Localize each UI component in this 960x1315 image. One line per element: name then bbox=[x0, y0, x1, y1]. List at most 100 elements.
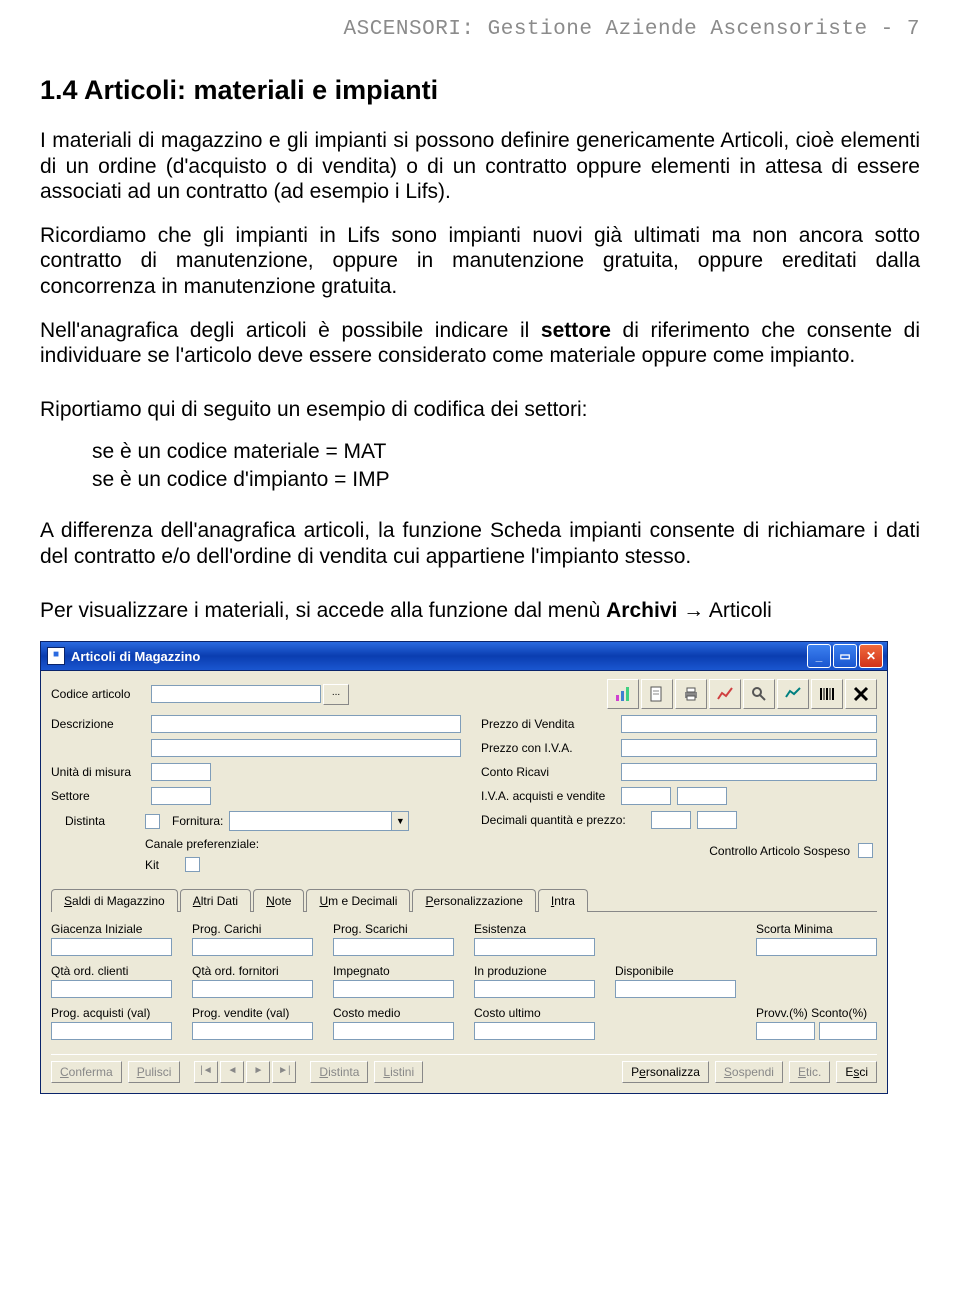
close-button[interactable]: ✕ bbox=[859, 644, 883, 668]
unita-input[interactable] bbox=[151, 763, 211, 781]
prezzo-iva-label: Prezzo con I.V.A. bbox=[481, 741, 621, 755]
graph-icon[interactable] bbox=[709, 679, 741, 709]
tab-row: Saldi di Magazzino Altri Dati Note Um e … bbox=[51, 888, 877, 912]
prog-vend-label: Prog. vendite (val) bbox=[192, 1006, 313, 1020]
esci-button[interactable]: Esci bbox=[836, 1061, 877, 1083]
conto-ricavi-label: Conto Ricavi bbox=[481, 765, 621, 779]
carichi-label: Prog. Carichi bbox=[192, 922, 313, 936]
scarichi-input[interactable] bbox=[333, 938, 454, 956]
controllo-checkbox[interactable] bbox=[858, 843, 873, 858]
etic-button[interactable]: Etic. bbox=[789, 1061, 830, 1083]
descrizione-input[interactable] bbox=[151, 715, 461, 733]
controllo-label: Controllo Articolo Sospeso bbox=[709, 844, 850, 858]
decimali-prezzo-input[interactable] bbox=[697, 811, 737, 829]
decimali-label: Decimali quantità e prezzo: bbox=[481, 813, 651, 827]
fornitura-label: Fornitura: bbox=[172, 814, 223, 828]
print-icon[interactable] bbox=[675, 679, 707, 709]
tab-um[interactable]: Um e Decimali bbox=[306, 889, 410, 912]
grid-row-1: Giacenza Iniziale Prog. Carichi Prog. Sc… bbox=[51, 922, 877, 956]
codice-lookup-button[interactable]: ... bbox=[323, 684, 349, 705]
list-item: se è un codice materiale = MAT bbox=[92, 440, 920, 464]
chart-icon[interactable] bbox=[607, 679, 639, 709]
tab-saldi[interactable]: Saldi di Magazzino bbox=[51, 889, 178, 912]
prog-acq-input[interactable] bbox=[51, 1022, 172, 1040]
scarichi-label: Prog. Scarichi bbox=[333, 922, 454, 936]
document-icon[interactable] bbox=[641, 679, 673, 709]
nav-prev-button[interactable]: ◄ bbox=[220, 1061, 244, 1083]
toolbar bbox=[607, 679, 877, 709]
disponibile-input[interactable] bbox=[615, 980, 736, 998]
section-title: 1.4 Articoli: materiali e impianti bbox=[40, 75, 920, 106]
barcode-icon[interactable] bbox=[811, 679, 843, 709]
carichi-input[interactable] bbox=[192, 938, 313, 956]
tab-personalizzazione[interactable]: Personalizzazione bbox=[412, 889, 535, 912]
costo-medio-label: Costo medio bbox=[333, 1006, 454, 1020]
canale-label: Canale preferenziale: bbox=[145, 837, 259, 851]
descrizione-label: Descrizione bbox=[51, 717, 151, 731]
tab-intra[interactable]: Intra bbox=[538, 889, 588, 912]
costo-ultimo-input[interactable] bbox=[474, 1022, 595, 1040]
listini-button[interactable]: Listini bbox=[374, 1061, 423, 1083]
prezzo-iva-input[interactable] bbox=[621, 739, 877, 757]
kit-label: Kit bbox=[145, 858, 185, 872]
fornitura-combo[interactable]: ▼ bbox=[229, 811, 409, 831]
paragraph-4: Riportiamo qui di seguito un esempio di … bbox=[40, 397, 920, 423]
produzione-input[interactable] bbox=[474, 980, 595, 998]
maximize-button[interactable]: ▭ bbox=[833, 644, 857, 668]
impegnato-label: Impegnato bbox=[333, 964, 454, 978]
personalizza-button[interactable]: Personalizza bbox=[622, 1061, 709, 1083]
nav-last-button[interactable]: ►| bbox=[272, 1061, 296, 1083]
qta-fornitori-input[interactable] bbox=[192, 980, 313, 998]
distinta-label: Distinta bbox=[51, 814, 145, 828]
costo-medio-input[interactable] bbox=[333, 1022, 454, 1040]
nav-next-button[interactable]: ► bbox=[246, 1061, 270, 1083]
delete-icon[interactable] bbox=[845, 679, 877, 709]
titlebar: ■ Articoli di Magazzino _ ▭ ✕ bbox=[41, 642, 887, 671]
conto-ricavi-input[interactable] bbox=[621, 763, 877, 781]
kit-checkbox[interactable] bbox=[185, 857, 200, 872]
scorta-input[interactable] bbox=[756, 938, 877, 956]
paragraph-5: A differenza dell'anagrafica articoli, l… bbox=[40, 518, 920, 569]
tab-note[interactable]: Note bbox=[253, 889, 304, 912]
qta-fornitori-label: Qtà ord. fornitori bbox=[192, 964, 313, 978]
disponibile-label: Disponibile bbox=[615, 964, 736, 978]
codice-input[interactable] bbox=[151, 685, 321, 703]
esistenza-input[interactable] bbox=[474, 938, 595, 956]
settore-label: Settore bbox=[51, 789, 151, 803]
pulisci-button[interactable]: Pulisci bbox=[128, 1061, 181, 1083]
sconto-input[interactable] bbox=[819, 1022, 878, 1040]
giacenza-input[interactable] bbox=[51, 938, 172, 956]
impegnato-input[interactable] bbox=[333, 980, 454, 998]
codice-label: Codice articolo bbox=[51, 687, 151, 701]
iva-acq-input[interactable] bbox=[621, 787, 671, 805]
decimali-qta-input[interactable] bbox=[651, 811, 691, 829]
qta-clienti-input[interactable] bbox=[51, 980, 172, 998]
grid-row-3: Prog. acquisti (val) Prog. vendite (val)… bbox=[51, 1006, 877, 1040]
page-header: ASCENSORI: Gestione Aziende Ascensoriste… bbox=[40, 0, 920, 49]
paragraph-2: Ricordiamo che gli impianti in Lifs sono… bbox=[40, 223, 920, 300]
conferma-button[interactable]: Conferma bbox=[51, 1061, 122, 1083]
search-icon[interactable] bbox=[743, 679, 775, 709]
distinta-button[interactable]: Distinta bbox=[310, 1061, 368, 1083]
esistenza-label: Esistenza bbox=[474, 922, 595, 936]
nav-first-button[interactable]: |◄ bbox=[194, 1061, 218, 1083]
descrizione2-input[interactable] bbox=[151, 739, 461, 757]
minimize-button[interactable]: _ bbox=[807, 644, 831, 668]
giacenza-label: Giacenza Iniziale bbox=[51, 922, 172, 936]
prezzo-vendita-input[interactable] bbox=[621, 715, 877, 733]
paragraph-6: Per visualizzare i materiali, si accede … bbox=[40, 598, 920, 624]
costo-ultimo-label: Costo ultimo bbox=[474, 1006, 595, 1020]
iva-vend-input[interactable] bbox=[677, 787, 727, 805]
prog-vend-input[interactable] bbox=[192, 1022, 313, 1040]
distinta-checkbox[interactable] bbox=[145, 814, 160, 829]
qta-clienti-label: Qtà ord. clienti bbox=[51, 964, 172, 978]
paragraph-3: Nell'anagrafica degli articoli è possibi… bbox=[40, 318, 920, 369]
app-window: ■ Articoli di Magazzino _ ▭ ✕ Codice art… bbox=[40, 641, 888, 1094]
sospendi-button[interactable]: Sospendi bbox=[715, 1061, 783, 1083]
provv-input[interactable] bbox=[756, 1022, 815, 1040]
settore-input[interactable] bbox=[151, 787, 211, 805]
unita-label: Unità di misura bbox=[51, 765, 151, 779]
tab-altri[interactable]: Altri Dati bbox=[180, 889, 251, 912]
trend-icon[interactable] bbox=[777, 679, 809, 709]
app-icon: ■ bbox=[47, 647, 65, 665]
